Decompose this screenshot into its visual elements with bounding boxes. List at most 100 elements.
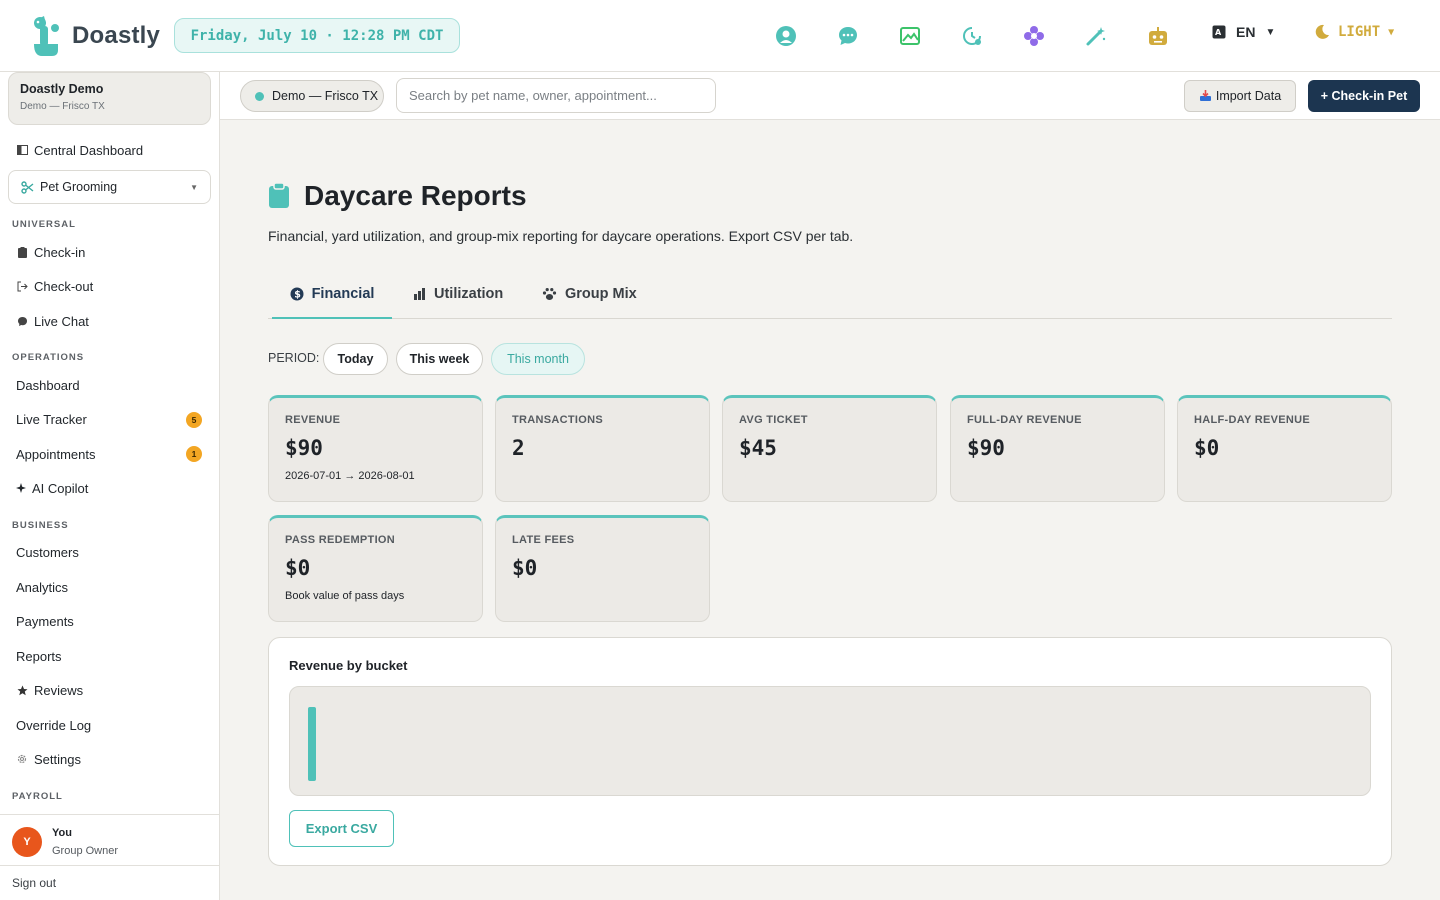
period-label: PERIOD:	[268, 351, 320, 365]
sparkle-icon	[16, 483, 26, 493]
sign-out-link[interactable]: Sign out	[12, 876, 56, 890]
clipboard-icon	[269, 183, 289, 208]
sidebar-item-analytics[interactable]: Analytics	[16, 577, 68, 597]
kpi-label: LATE FEES	[512, 534, 575, 546]
sidebar-item-ai-copilot[interactable]: AI Copilot	[16, 478, 88, 498]
sidebar-item-reports[interactable]: Reports	[16, 646, 62, 666]
location-pill[interactable]: Demo — Frisco TX	[240, 80, 384, 112]
kpi-label: REVENUE	[285, 414, 341, 426]
kpi-value: $90	[967, 436, 1005, 460]
section-payroll: PAYROLL	[12, 791, 63, 802]
tab-label: Group Mix	[565, 286, 637, 302]
kpi-card-avg-ticket: AVG TICKET $45	[722, 395, 937, 502]
kpi-label: PASS REDEMPTION	[285, 534, 396, 546]
org-switcher[interactable]: Doastly Demo Demo — Frisco TX	[8, 72, 211, 125]
dashboard-icon	[16, 145, 28, 155]
kpi-sub: 2026-07-01 → 2026-08-01	[285, 470, 415, 482]
sidebar: Doastly Demo Demo — Frisco TX Central Da…	[0, 72, 220, 900]
sidebar-item-label: Override Log	[16, 717, 92, 733]
support-icon[interactable]	[774, 24, 798, 48]
kpi-value: $0	[512, 556, 538, 580]
report-tabs: $ Financial Utilization Group Mix	[268, 270, 1392, 319]
kpi-value: $0	[285, 556, 311, 580]
section-universal: UNIVERSAL	[12, 219, 76, 230]
sidebar-item-customers[interactable]: Customers	[16, 542, 79, 562]
kpi-label: FULL-DAY REVENUE	[967, 414, 1082, 426]
sidebar-item-label: Check-in	[34, 244, 86, 260]
user-role: Group Owner	[52, 845, 119, 857]
theme-label: LIGHT	[1338, 24, 1381, 40]
moon-icon	[1315, 24, 1329, 39]
user-profile[interactable]: Y You Group Owner	[0, 814, 219, 866]
revenue-by-bucket-panel: Revenue by bucket Export CSV	[268, 637, 1392, 866]
robot-icon[interactable]	[1146, 24, 1170, 48]
search-input[interactable]	[396, 78, 716, 113]
sidebar-item-label: Live Chat	[34, 313, 89, 329]
tab-utilization[interactable]: Utilization	[413, 270, 503, 318]
location-label: Demo — Frisco TX	[272, 89, 379, 103]
theme-selector[interactable]: LIGHT ▼	[1314, 24, 1394, 40]
kpi-value: 2	[512, 436, 525, 460]
kpi-card-revenue: REVENUE $90 2026-07-01 → 2026-08-01	[268, 395, 483, 502]
bar-chart-icon	[414, 288, 425, 300]
appointments-badge: 1	[186, 446, 202, 462]
sidebar-item-label: Dashboard	[16, 377, 80, 393]
sidebar-item-central-dashboard[interactable]: Central Dashboard	[16, 140, 143, 160]
period-today-button[interactable]: Today	[323, 343, 388, 375]
paw-icon	[542, 288, 557, 300]
section-business: BUSINESS	[12, 520, 69, 531]
export-csv-button[interactable]: Export CSV	[289, 810, 394, 847]
kpi-card-transactions: TRANSACTIONS 2	[495, 395, 710, 502]
sidebar-item-label: AI Copilot	[32, 480, 89, 496]
period-this-week-button[interactable]: This week	[396, 343, 483, 375]
kpi-value: $0	[1194, 436, 1220, 460]
tab-financial[interactable]: $ Financial	[272, 270, 392, 319]
svg-text:$: $	[294, 289, 301, 300]
flower-icon[interactable]	[1022, 24, 1046, 48]
page-header: Daycare Reports	[268, 180, 527, 212]
language-selector[interactable]: A EN ▼	[1212, 24, 1275, 40]
kpi-card-pass-redemption: PASS REDEMPTION $0 Book value of pass da…	[268, 515, 483, 622]
brand-logo[interactable]: Doastly	[30, 14, 160, 58]
live-tracker-badge: 5	[186, 412, 202, 428]
magic-wand-icon[interactable]	[1084, 24, 1108, 48]
period-this-month-button[interactable]: This month	[491, 343, 585, 375]
language-label: EN	[1236, 24, 1256, 40]
tab-group-mix[interactable]: Group Mix	[542, 270, 637, 318]
chart-svg	[308, 707, 316, 781]
check-in-pet-button[interactable]: + Check-in Pet	[1308, 80, 1420, 112]
sub-header: Demo — Frisco TX Import Data + Check-in …	[220, 72, 1440, 120]
module-selector[interactable]: Pet Grooming ▼	[8, 170, 211, 204]
sidebar-item-label: Check-out	[34, 278, 94, 294]
sidebar-item-live-tracker[interactable]: Live Tracker	[16, 409, 87, 429]
section-operations: OPERATIONS	[12, 352, 85, 363]
module-label: Pet Grooming	[40, 180, 118, 194]
datetime-display: Friday, July 10 · 12:28 PM CDT	[174, 18, 460, 53]
sidebar-item-dashboard[interactable]: Dashboard	[16, 375, 80, 395]
kpi-card-half-day-revenue: HALF-DAY REVENUE $0	[1177, 395, 1392, 502]
image-icon[interactable]	[898, 24, 922, 48]
sidebar-item-appointments[interactable]: Appointments	[16, 444, 96, 464]
sidebar-item-reviews[interactable]: Reviews	[16, 680, 83, 700]
exit-icon	[16, 281, 28, 292]
chevron-down-icon: ▼	[190, 182, 198, 192]
sidebar-item-label: Customers	[16, 544, 79, 560]
svg-text:A: A	[1215, 28, 1222, 37]
sidebar-item-live-chat[interactable]: Live Chat	[16, 311, 89, 331]
clock-history-icon[interactable]	[960, 24, 984, 48]
translate-icon: A	[1212, 25, 1226, 39]
kpi-card-full-day-revenue: FULL-DAY REVENUE $90	[950, 395, 1165, 502]
sidebar-item-override-log[interactable]: Override Log	[16, 715, 91, 735]
sidebar-item-check-in[interactable]: Check-in	[16, 242, 85, 262]
sidebar-item-label: Central Dashboard	[34, 142, 144, 158]
chevron-down-icon: ▼	[1265, 26, 1276, 38]
chevron-down-icon: ▼	[1388, 26, 1395, 38]
sidebar-item-payments[interactable]: Payments	[16, 611, 74, 631]
sidebar-item-settings[interactable]: Settings	[16, 749, 81, 769]
panel-title: Revenue by bucket	[289, 658, 408, 673]
chat-bubble-icon[interactable]	[836, 24, 860, 48]
page-description: Financial, yard utilization, and group-m…	[268, 228, 854, 244]
sidebar-item-check-out[interactable]: Check-out	[16, 276, 93, 296]
import-data-button[interactable]: Import Data	[1184, 80, 1296, 112]
top-bar: Doastly Friday, July 10 · 12:28 PM CDT A…	[0, 0, 1440, 72]
